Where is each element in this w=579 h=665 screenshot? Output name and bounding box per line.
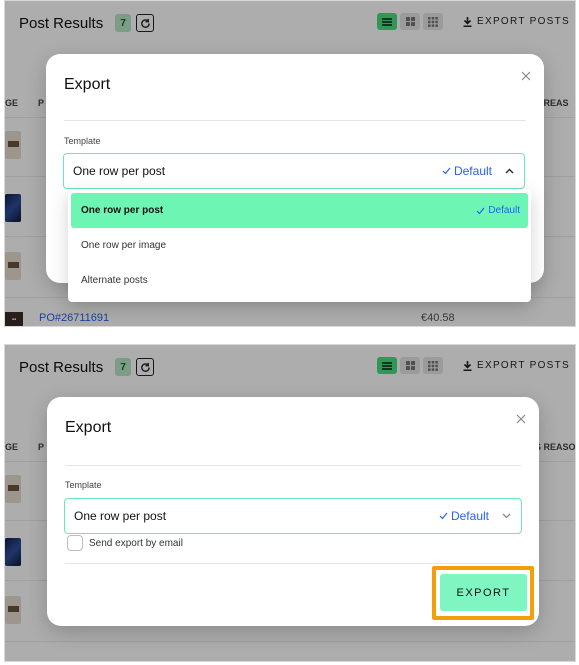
send-email-label: Send export by email — [89, 537, 183, 549]
modal-footer-divider — [65, 563, 521, 564]
export-button[interactable]: EXPORT — [440, 574, 527, 611]
screenshot-dropdown-open: Post Results 7 EXPORT POSTS GE P S REAS … — [4, 0, 576, 327]
chevron-up-icon[interactable] — [500, 162, 518, 180]
check-icon — [442, 167, 451, 175]
template-select-value: One row per post — [74, 509, 167, 523]
option-default-tag: Default — [476, 205, 520, 216]
template-select-value: One row per post — [73, 164, 166, 178]
default-tag: Default — [439, 509, 489, 523]
default-label: Default — [450, 509, 489, 523]
screenshot-dropdown-closed: Post Results 7 EXPORT POSTS GE P S REASO… — [4, 344, 576, 662]
check-icon — [439, 512, 448, 520]
modal-divider — [65, 465, 521, 466]
dropdown-option-one-row-per-post[interactable]: One row per post Default — [71, 193, 528, 228]
dropdown-option-one-row-per-image[interactable]: One row per image — [68, 228, 531, 263]
default-label: Default — [453, 164, 492, 178]
option-default-label: Default — [488, 205, 520, 216]
option-label: One row per image — [81, 240, 167, 251]
option-label: Alternate posts — [81, 275, 148, 286]
close-icon[interactable] — [518, 68, 534, 84]
template-select[interactable]: One row per post Default — [64, 498, 522, 534]
modal-title: Export — [65, 419, 112, 436]
send-email-row: Send export by email — [67, 535, 183, 551]
dropdown-option-alternate-posts[interactable]: Alternate posts — [68, 263, 531, 298]
close-icon[interactable] — [513, 411, 529, 427]
send-email-checkbox[interactable] — [67, 535, 83, 551]
chevron-down-icon[interactable] — [497, 507, 515, 525]
modal-divider — [64, 120, 526, 121]
modal-title: Export — [64, 76, 111, 93]
template-dropdown-menu: One row per post Default One row per ima… — [68, 189, 531, 302]
template-label: Template — [64, 136, 101, 146]
option-label: One row per post — [81, 205, 164, 216]
default-tag: Default — [442, 164, 492, 178]
template-select[interactable]: One row per post Default — [63, 153, 525, 189]
check-icon — [476, 207, 485, 214]
template-label: Template — [65, 480, 102, 490]
